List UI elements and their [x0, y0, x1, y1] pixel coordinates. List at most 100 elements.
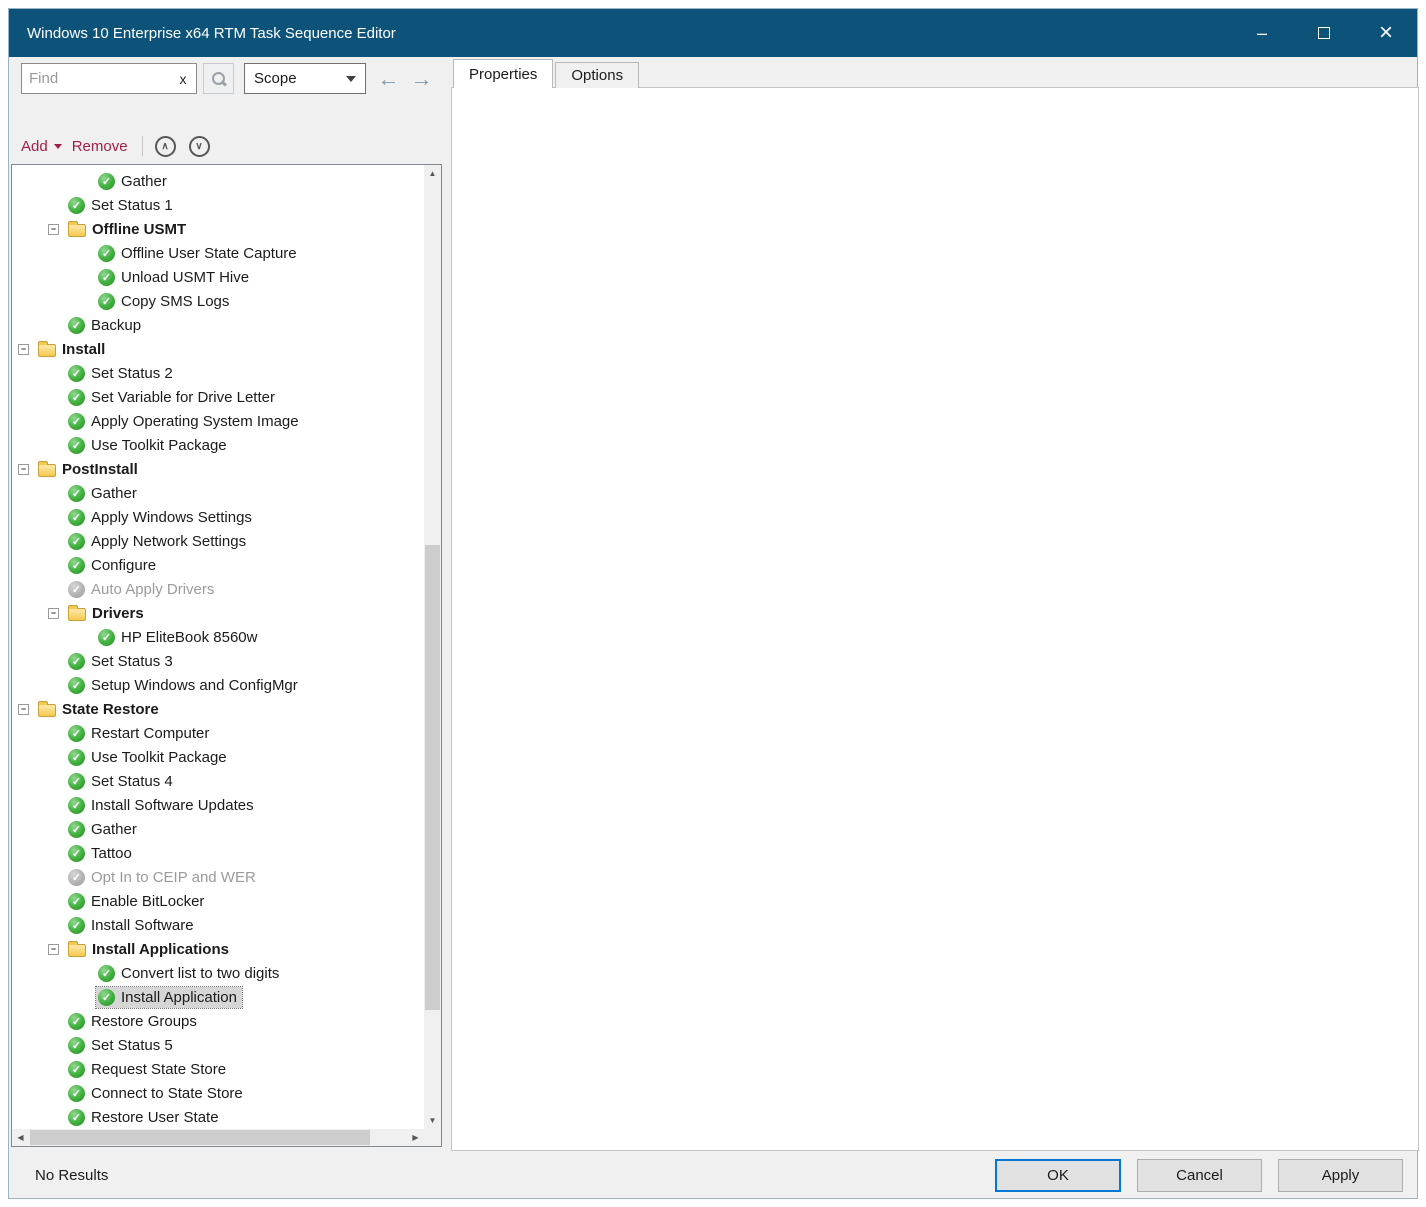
collapse-expander-icon[interactable]: −	[18, 344, 29, 355]
step-check-icon: ✓	[68, 557, 85, 574]
remove-button-label: Remove	[72, 138, 128, 155]
tree-item[interactable]: ✓Use Toolkit Package	[12, 745, 424, 769]
tree-item-label: Unload USMT Hive	[121, 269, 249, 286]
tree-item[interactable]: ✓HP EliteBook 8560w	[12, 625, 424, 649]
tree-item-content: ✓Backup	[66, 315, 146, 336]
tab-properties[interactable]: Properties	[453, 59, 553, 88]
step-check-icon: ✓	[68, 413, 85, 430]
task-sequence-editor-window: Windows 10 Enterprise x64 RTM Task Seque…	[8, 8, 1418, 1199]
step-check-icon: ✓	[98, 173, 115, 190]
collapse-all-button[interactable]: ∧	[155, 136, 176, 157]
find-next-button[interactable]: →	[406, 64, 437, 93]
minimize-button[interactable]: –	[1231, 9, 1293, 57]
tree-item[interactable]: ✓Request State Store	[12, 1057, 424, 1081]
step-check-icon: ✓	[68, 485, 85, 502]
remove-button[interactable]: Remove	[72, 138, 128, 155]
collapse-expander-icon[interactable]: −	[48, 224, 59, 235]
tree-item[interactable]: ✓Convert list to two digits	[12, 961, 424, 985]
collapse-expander-icon[interactable]: −	[18, 464, 29, 475]
vertical-scrollbar-thumb[interactable]	[425, 545, 440, 1010]
tree-item[interactable]: ✓Gather	[12, 817, 424, 841]
tree-item[interactable]: ✓Set Status 5	[12, 1033, 424, 1057]
tree-item[interactable]: ✓Restore Groups	[12, 1009, 424, 1033]
tree-item[interactable]: ✓Tattoo	[12, 841, 424, 865]
tree-item[interactable]: ✓Apply Windows Settings	[12, 505, 424, 529]
tree-item-content: ✓Tattoo	[66, 843, 137, 864]
tree-item[interactable]: ✓Connect to State Store	[12, 1081, 424, 1105]
tree-item[interactable]: ✓Set Status 2	[12, 361, 424, 385]
close-button[interactable]: ×	[1355, 9, 1417, 57]
collapse-expander-icon[interactable]: −	[18, 704, 29, 715]
tree-item-label: Gather	[121, 173, 167, 190]
add-button[interactable]: Add	[21, 138, 62, 155]
scroll-right-arrow-icon[interactable]: ▶	[407, 1129, 424, 1146]
find-previous-button[interactable]: ←	[373, 64, 404, 93]
step-check-icon: ✓	[68, 893, 85, 910]
tree-item[interactable]: −Install Applications	[12, 937, 424, 961]
tree-item[interactable]: ✓Apply Operating System Image	[12, 409, 424, 433]
tree-item[interactable]: ✓Auto Apply Drivers	[12, 577, 424, 601]
tree-item[interactable]: ✓Restart Computer	[12, 721, 424, 745]
tree-item-content: ✓Set Status 5	[66, 1035, 178, 1056]
apply-button[interactable]: Apply	[1278, 1159, 1403, 1192]
collapse-expander-icon[interactable]: −	[48, 944, 59, 955]
find-box: x	[21, 63, 197, 94]
chevron-down-icon	[54, 144, 62, 149]
tree-item[interactable]: ✓Apply Network Settings	[12, 529, 424, 553]
tree-item[interactable]: −State Restore	[12, 697, 424, 721]
scroll-left-arrow-icon[interactable]: ◀	[12, 1129, 29, 1146]
tree-item-label: Set Status 5	[91, 1037, 173, 1054]
tree-item-content: Offline USMT	[66, 219, 191, 240]
find-input[interactable]	[22, 70, 170, 87]
find-search-button[interactable]	[203, 63, 234, 94]
tree-item[interactable]: ✓Install Application	[12, 985, 424, 1009]
tree-item[interactable]: ✓Restore User State	[12, 1105, 424, 1129]
tree-item[interactable]: ✓Offline User State Capture	[12, 241, 424, 265]
tree-item[interactable]: −Install	[12, 337, 424, 361]
tab-options[interactable]: Options	[555, 62, 639, 88]
step-check-icon: ✓	[68, 749, 85, 766]
tree-item[interactable]: ✓Install Software Updates	[12, 793, 424, 817]
step-check-icon: ✓	[68, 317, 85, 334]
tree-item[interactable]: ✓Backup	[12, 313, 424, 337]
expand-all-button[interactable]: ∨	[189, 136, 210, 157]
tree-vertical-scrollbar[interactable]: ▲ ▼	[424, 165, 441, 1129]
ok-button[interactable]: OK	[995, 1159, 1121, 1192]
tree-item[interactable]: ✓Enable BitLocker	[12, 889, 424, 913]
toolbar-separator	[142, 136, 143, 156]
tree-item-label: Set Status 3	[91, 653, 173, 670]
tree-item[interactable]: ✓Install Software	[12, 913, 424, 937]
horizontal-scrollbar-thumb[interactable]	[30, 1130, 370, 1145]
tree-item[interactable]: −Drivers	[12, 601, 424, 625]
scroll-down-arrow-icon[interactable]: ▼	[424, 1112, 441, 1129]
tree-item[interactable]: ✓Gather	[12, 481, 424, 505]
tree-item[interactable]: ✓Use Toolkit Package	[12, 433, 424, 457]
tree-item-content: ✓Request State Store	[66, 1059, 231, 1080]
cancel-button[interactable]: Cancel	[1137, 1159, 1262, 1192]
tree-item-content: ✓Gather	[66, 819, 142, 840]
scope-dropdown[interactable]: Scope	[244, 63, 366, 94]
tree-item[interactable]: ✓Set Status 1	[12, 193, 424, 217]
tree-horizontal-scrollbar[interactable]: ◀ ▶	[12, 1129, 424, 1146]
find-clear-button[interactable]: x	[170, 71, 196, 87]
tree-item-content: ✓Restart Computer	[66, 723, 214, 744]
tree-item-label: PostInstall	[62, 461, 138, 478]
tree-item[interactable]: ✓Set Status 3	[12, 649, 424, 673]
maximize-button[interactable]	[1293, 9, 1355, 57]
tree-item[interactable]: ✓Unload USMT Hive	[12, 265, 424, 289]
tree-item[interactable]: ✓Configure	[12, 553, 424, 577]
scroll-up-arrow-icon[interactable]: ▲	[424, 165, 441, 182]
tree-item[interactable]: ✓Opt In to CEIP and WER	[12, 865, 424, 889]
tree-item[interactable]: ✓Setup Windows and ConfigMgr	[12, 673, 424, 697]
step-check-icon: ✓	[68, 197, 85, 214]
tree-item[interactable]: − PostInstall	[12, 457, 424, 481]
tree-item-content: ✓Set Status 1	[66, 195, 178, 216]
step-check-icon: ✓	[68, 581, 85, 598]
collapse-expander-icon[interactable]: −	[48, 608, 59, 619]
tree-item[interactable]: ✓Set Status 4	[12, 769, 424, 793]
collapse-all-icon: ∧	[161, 141, 168, 152]
tree-item[interactable]: ✓Copy SMS Logs	[12, 289, 424, 313]
tree-item[interactable]: −Offline USMT	[12, 217, 424, 241]
tree-item[interactable]: ✓ Gather	[12, 169, 424, 193]
tree-item[interactable]: ✓Set Variable for Drive Letter	[12, 385, 424, 409]
